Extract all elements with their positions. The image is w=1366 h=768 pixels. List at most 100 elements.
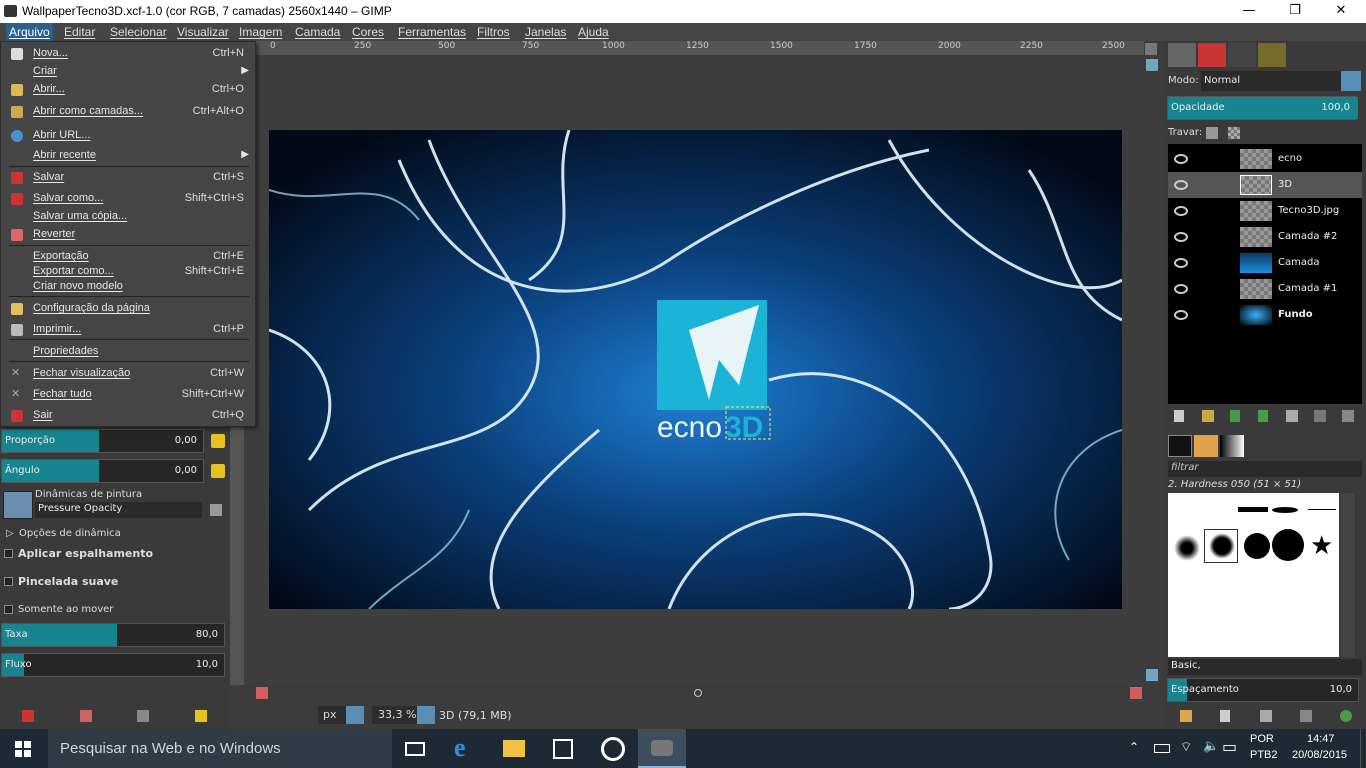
layer-row[interactable]: Camada #2: [1168, 224, 1362, 250]
menu-item-reverter[interactable]: Reverter: [1, 226, 255, 244]
menu-item-config-pagina[interactable]: Configuração da página: [1, 300, 255, 318]
new-brush-icon[interactable]: [1220, 710, 1230, 722]
proporcao-slider[interactable]: Proporção 0,00: [1, 429, 204, 453]
menu-ferramentas[interactable]: Ferramentas: [398, 25, 466, 39]
anchor-layer-icon[interactable]: [1314, 410, 1326, 422]
menu-item-propriedades[interactable]: Propriedades: [1, 343, 255, 361]
patterns-tab-icon[interactable]: [1194, 435, 1218, 457]
mode-select[interactable]: Normal: [1201, 71, 1361, 91]
store-icon[interactable]: [553, 739, 573, 759]
reset-proporcao-icon[interactable]: [211, 434, 225, 448]
chevron-up-icon[interactable]: ⌃: [1129, 740, 1139, 754]
input-layout[interactable]: PTB2: [1250, 749, 1278, 761]
clock-date[interactable]: 20/08/2015: [1292, 749, 1347, 761]
eye-icon[interactable]: [1174, 232, 1188, 242]
image-canvas[interactable]: ecno 3D: [269, 130, 1122, 609]
menu-item-criar-modelo[interactable]: Criar novo modelo: [1, 278, 255, 296]
chevron-right-icon[interactable]: ▷: [6, 528, 14, 539]
eye-icon[interactable]: [1174, 284, 1188, 294]
windows-start-icon[interactable]: [15, 741, 31, 757]
menu-item-fechar-tudo[interactable]: ✕ Fechar tudo Shift+Ctrl+W: [1, 386, 255, 404]
input-language[interactable]: POR: [1250, 733, 1274, 745]
menu-imagem[interactable]: Imagem: [239, 25, 282, 39]
layer-row[interactable]: ecno: [1168, 146, 1362, 172]
layer-row[interactable]: Tecno3D.jpg: [1168, 198, 1362, 224]
scroll-left-icon[interactable]: [256, 687, 268, 699]
maximize-button[interactable]: ❐: [1272, 0, 1318, 23]
menu-visualizar[interactable]: Visualizar: [177, 25, 229, 39]
duplicate-brush-icon[interactable]: [1260, 710, 1272, 722]
brush-filter-input[interactable]: filtrar: [1168, 461, 1362, 477]
show-desktop-button[interactable]: [1360, 729, 1366, 768]
dynamics-select[interactable]: Pressure Opacity: [35, 502, 202, 518]
menu-item-salvar-copia[interactable]: Salvar uma cópia...: [1, 208, 255, 226]
restore-options-icon[interactable]: [80, 710, 92, 722]
brush-grid[interactable]: ★: [1168, 493, 1339, 657]
menu-cores[interactable]: Cores: [352, 25, 384, 39]
groove-music-icon[interactable]: [601, 737, 625, 761]
menu-item-abrir-url[interactable]: Abrir URL...: [1, 127, 255, 145]
fluxo-slider[interactable]: Fluxo 10,0: [1, 653, 225, 677]
menu-janelas[interactable]: Janelas: [525, 25, 566, 39]
paths-tab-icon[interactable]: [1228, 43, 1256, 67]
quick-mask-icon[interactable]: [1145, 43, 1157, 55]
menu-selecionar[interactable]: Selecionar: [110, 25, 167, 39]
chevron-down-icon[interactable]: [1341, 71, 1361, 91]
new-layer-group-icon[interactable]: [1202, 410, 1214, 422]
minimize-button[interactable]: —: [1226, 0, 1272, 23]
menu-camada[interactable]: Camada: [295, 25, 340, 39]
lower-layer-icon[interactable]: [1258, 410, 1268, 422]
navigate-icon[interactable]: [694, 689, 702, 697]
dynamics-icon[interactable]: [3, 491, 33, 519]
menu-filtros[interactable]: Filtros: [477, 25, 510, 39]
undo-history-tab-icon[interactable]: [1258, 43, 1286, 67]
brush-preset-select[interactable]: Basic,: [1168, 659, 1362, 675]
menu-item-nova[interactable]: Nova... Ctrl+N: [1, 45, 255, 63]
save-options-icon[interactable]: [22, 710, 34, 722]
angulo-slider[interactable]: Ângulo 0,00: [1, 459, 204, 483]
scroll-down-icon[interactable]: [1146, 669, 1158, 681]
only-move-checkbox[interactable]: [4, 605, 13, 614]
menu-item-abrir-recente[interactable]: Abrir recente ▶: [1, 147, 255, 165]
reset-options-icon[interactable]: [195, 710, 207, 722]
close-button[interactable]: ✕: [1318, 0, 1364, 23]
edit-dynamics-icon[interactable]: [210, 504, 222, 516]
chevron-down-icon[interactable]: [417, 706, 435, 724]
wifi-icon[interactable]: ⌔: [1180, 739, 1192, 755]
edit-brush-icon[interactable]: [1180, 710, 1192, 722]
brushes-tab-icon[interactable]: [1168, 435, 1192, 457]
menu-item-fechar-visualizacao[interactable]: ✕ Fechar visualização Ctrl+W: [1, 365, 255, 383]
layer-row[interactable]: Camada: [1168, 250, 1362, 276]
menu-editar[interactable]: Editar: [64, 25, 95, 39]
smooth-stroke-checkbox[interactable]: [4, 577, 13, 586]
duplicate-layer-icon[interactable]: [1286, 410, 1298, 422]
eye-icon[interactable]: [1174, 258, 1188, 268]
reset-angulo-icon[interactable]: [211, 464, 225, 478]
eye-icon[interactable]: [1174, 154, 1188, 164]
menu-item-imprimir[interactable]: Imprimir... Ctrl+P: [1, 321, 255, 339]
eye-icon[interactable]: [1174, 310, 1188, 320]
scroll-up-icon[interactable]: [1146, 59, 1158, 71]
menu-arquivo[interactable]: Arquivo: [6, 23, 53, 41]
channels-tab-icon[interactable]: [1198, 43, 1226, 67]
lock-pixels-icon[interactable]: [1206, 127, 1218, 139]
raise-layer-icon[interactable]: [1230, 410, 1240, 422]
apply-jitter-checkbox[interactable]: [4, 549, 13, 558]
battery-icon[interactable]: [1154, 744, 1170, 753]
lock-alpha-icon[interactable]: [1228, 127, 1240, 139]
new-layer-icon[interactable]: [1174, 410, 1184, 422]
layer-row[interactable]: Camada #1: [1168, 276, 1362, 302]
gradients-tab-icon[interactable]: [1220, 435, 1244, 457]
menu-item-abrir-camadas[interactable]: Abrir como camadas... Ctrl+Alt+O: [1, 103, 255, 121]
dynamics-options-expander[interactable]: Opções de dinâmica: [19, 528, 121, 539]
menu-item-salvar[interactable]: Salvar Ctrl+S: [1, 169, 255, 187]
volume-icon[interactable]: 🔈: [1203, 739, 1219, 754]
eye-icon[interactable]: [1174, 206, 1188, 216]
chevron-down-icon[interactable]: [346, 706, 364, 724]
spacing-slider[interactable]: Espaçamento 10,0: [1167, 678, 1359, 702]
delete-options-icon[interactable]: [137, 710, 149, 722]
delete-layer-icon[interactable]: [1342, 410, 1354, 422]
layer-row-selected[interactable]: 3D: [1168, 172, 1362, 198]
zoom-select[interactable]: 33,3 %: [372, 706, 418, 724]
menu-item-criar[interactable]: Criar ▶: [1, 63, 255, 81]
